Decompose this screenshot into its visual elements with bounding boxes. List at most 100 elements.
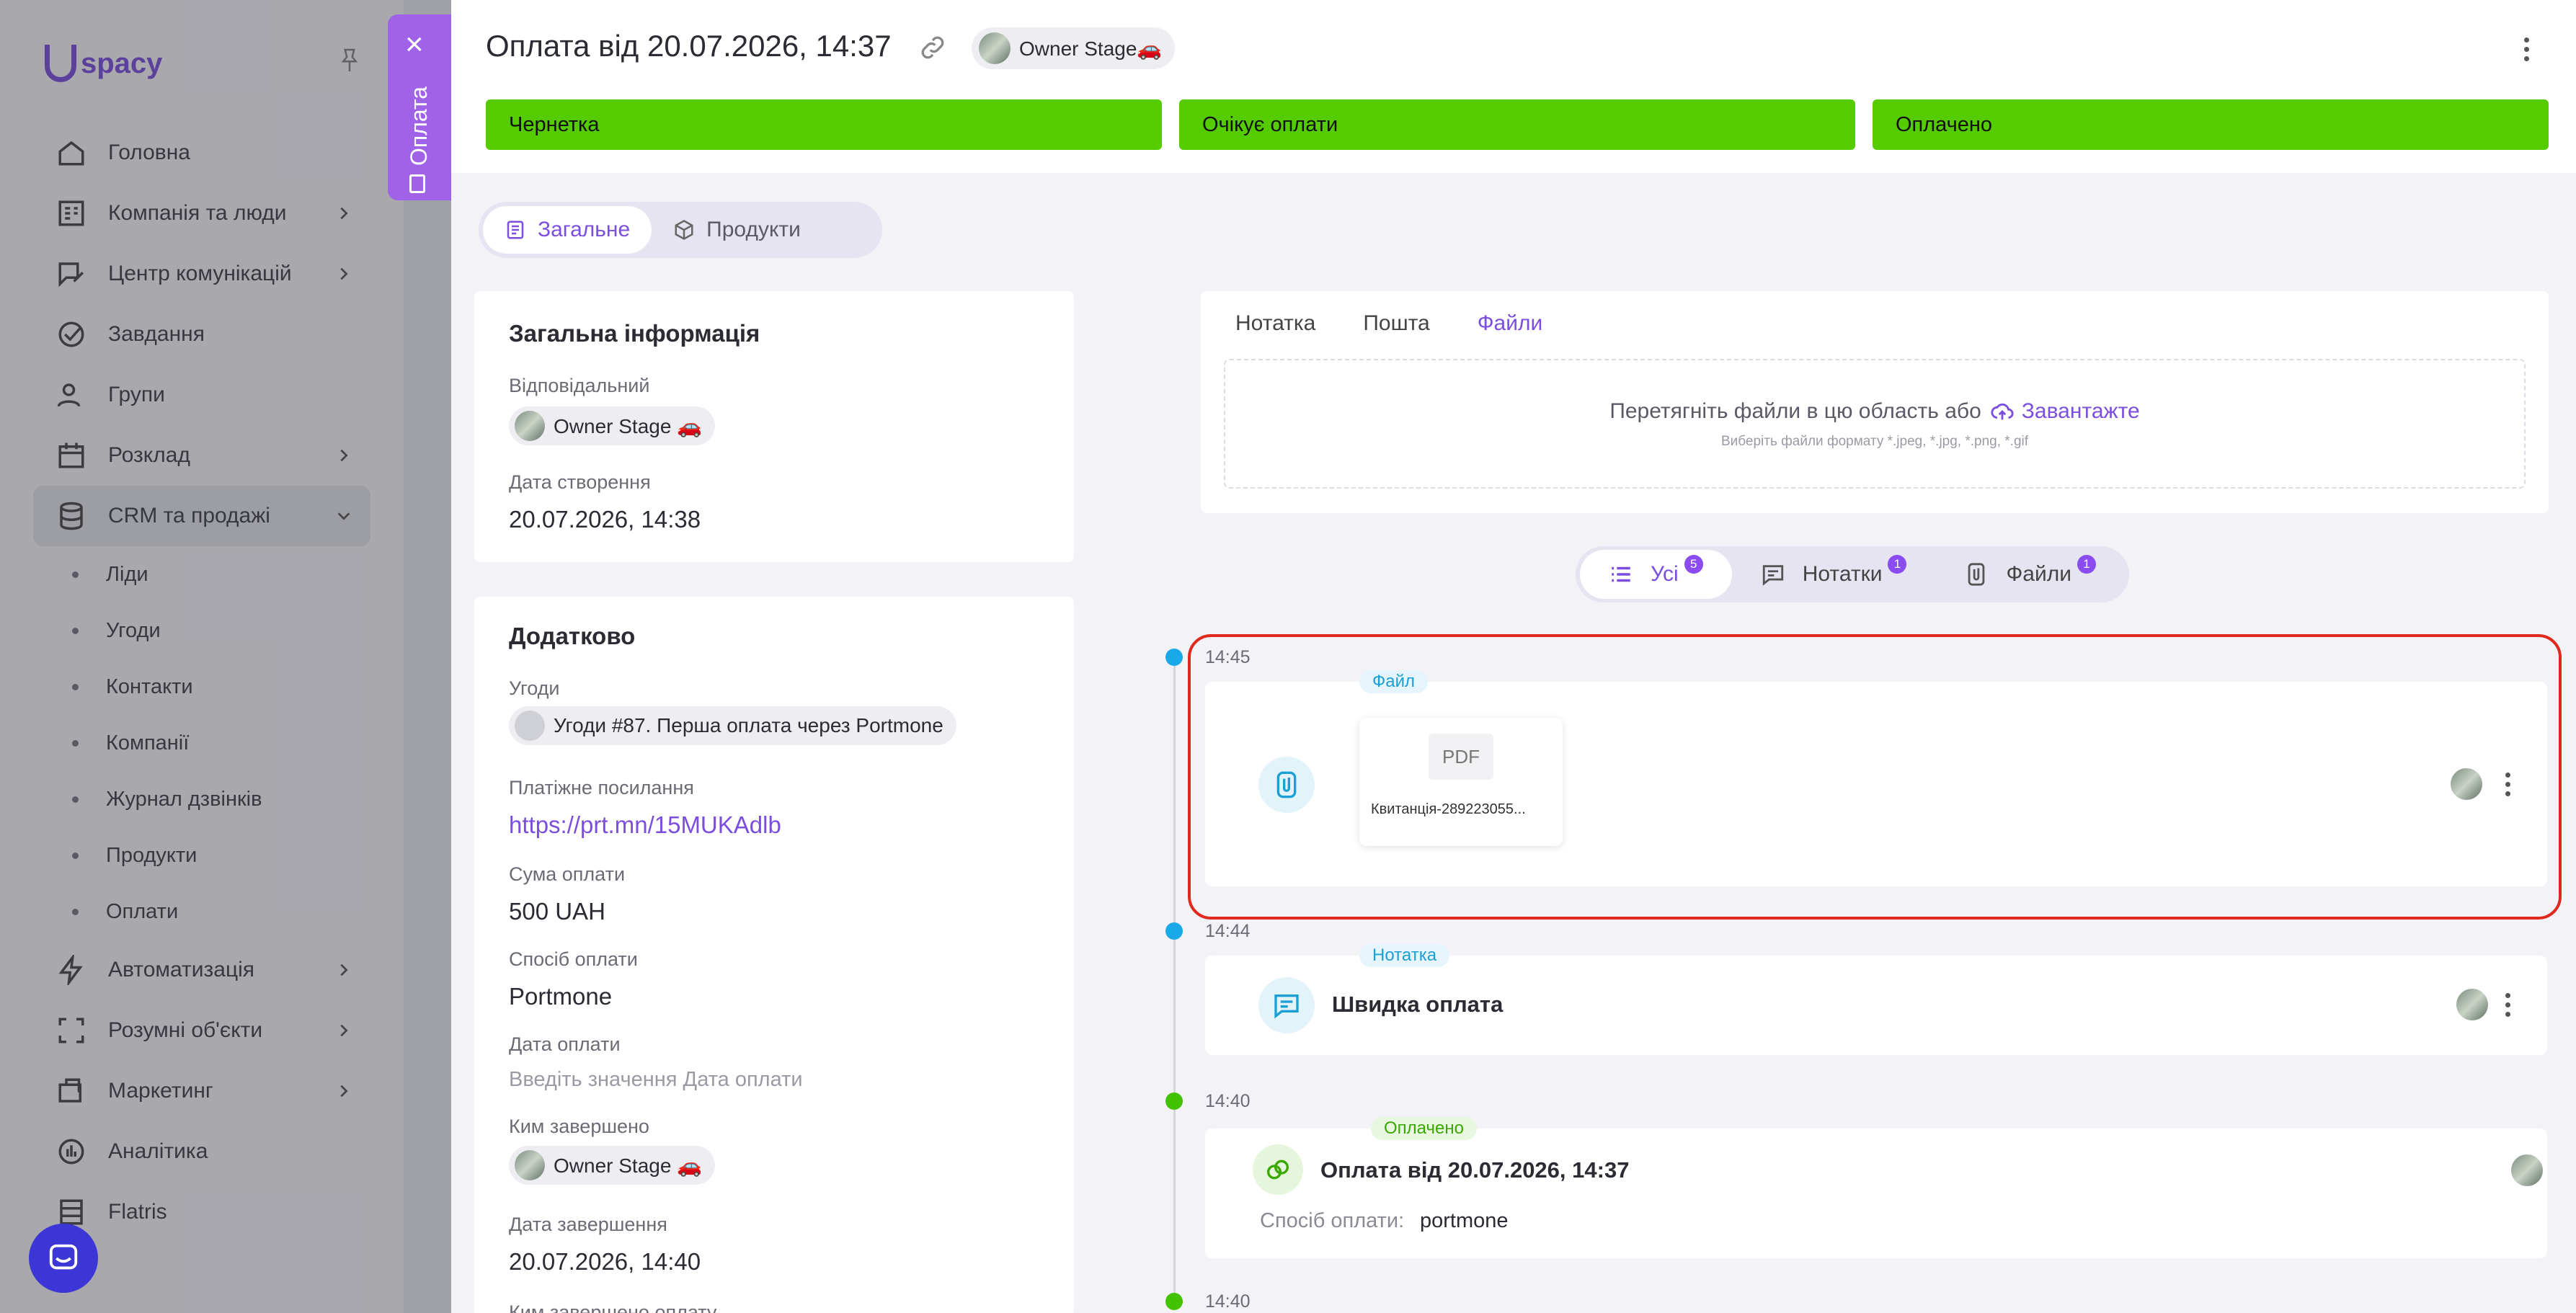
author-avatar[interactable] [2456, 989, 2488, 1020]
entry-type-tag: Нотатка [1359, 944, 1450, 967]
note-icon [1258, 977, 1315, 1033]
avatar [979, 32, 1011, 64]
payment-entry-title[interactable]: Оплата від 20.07.2026, 14:37 [1320, 1157, 1629, 1183]
section-tabs: Загальне Продукти [479, 202, 882, 258]
close-icon[interactable]: × [405, 29, 424, 61]
payment-date-input[interactable]: Введіть значення Дата оплати [509, 1068, 803, 1092]
upload-link-label: Завантажте [2021, 399, 2140, 423]
field-label: Ким завершено [509, 1116, 649, 1137]
field-label: Спосіб оплати [509, 948, 638, 970]
timeline-time: 14:44 [1205, 921, 1251, 941]
entry-status-tag: Оплачено [1371, 1117, 1477, 1140]
stage-awaiting-payment[interactable]: Очікує оплати [1179, 99, 1855, 150]
timeline-dot [1165, 1092, 1183, 1110]
timeline-dot [1165, 649, 1183, 666]
timeline-entry-note: Нотатка Швидка оплата [1205, 944, 2547, 1055]
more-menu-icon[interactable] [2524, 37, 2530, 66]
field-label: Дата завершення [509, 1214, 667, 1235]
count-badge: 1 [2077, 555, 2096, 574]
file-name: Квитанція-289223055... [1371, 801, 1526, 817]
timeline-line [1173, 657, 1176, 1306]
field-label: Угоди [509, 677, 560, 699]
deal-name: Угоди #87. Перша оплата через Portmone [554, 714, 943, 736]
avatar [515, 1150, 545, 1180]
responsible-chip[interactable]: Owner Stage 🚗 [509, 406, 716, 445]
stage-paid[interactable]: Оплачено [1873, 99, 2549, 150]
completed-date: 20.07.2026, 14:40 [509, 1248, 701, 1275]
filter-files[interactable]: Файли 1 [1935, 550, 2125, 599]
support-chat-button[interactable] [29, 1224, 98, 1293]
owner-name: Owner Stage🚗 [1019, 37, 1163, 60]
file-dropzone[interactable]: Перетягніть файли в цю область або Заван… [1224, 359, 2526, 489]
filter-label: Файли [2006, 562, 2071, 586]
attachment-icon [1968, 563, 1985, 586]
timeline-time: 14:40 [1205, 1291, 1251, 1312]
stage-draft[interactable]: Чернетка [486, 99, 1162, 150]
timeline-time: 14:45 [1205, 647, 1251, 667]
filter-label: Усі [1651, 562, 1679, 586]
tab-files[interactable]: Файли [1478, 311, 1543, 336]
document-icon [409, 174, 425, 193]
link-icon[interactable] [918, 33, 947, 62]
panel-header: Оплата від 20.07.2026, 14:37 Owner Stage… [451, 0, 2576, 173]
method-label: Спосіб оплати: [1260, 1209, 1405, 1232]
entry-type-tag: Файл [1359, 670, 1429, 693]
timeline-dot [1165, 922, 1183, 940]
file-attachment[interactable]: PDF Квитанція-289223055... [1359, 718, 1563, 846]
card-title: Загальна інформація [509, 320, 760, 347]
tab-label: Продукти [706, 218, 801, 241]
activity-composer: Нотатка Пошта Файли Перетягніть файли в … [1201, 291, 2549, 513]
tab-general[interactable]: Загальне [483, 206, 652, 254]
additional-info-card: Додатково Угоди Угоди #87. Перша оплата … [474, 597, 1074, 1313]
tab-mail[interactable]: Пошта [1363, 311, 1429, 336]
tab-products[interactable]: Продукти [652, 206, 822, 254]
stage-bar: Чернетка Очікує оплати Оплачено [486, 99, 2549, 150]
field-label: Дата оплати [509, 1033, 621, 1055]
completed-by-chip[interactable]: Owner Stage 🚗 [509, 1146, 716, 1185]
count-badge: 1 [1888, 555, 1907, 574]
field-label: Відповідальний [509, 375, 650, 396]
method-value: portmone [1420, 1209, 1509, 1232]
payment-method: Portmone [509, 983, 613, 1010]
chat-icon [49, 1244, 78, 1270]
modal-overlay[interactable] [0, 0, 451, 1313]
general-info-card: Загальна інформація Відповідальний Owner… [474, 291, 1074, 562]
timeline-filter: Усі 5 Нотатки 1 Файли 1 [1576, 546, 2129, 602]
payment-link-icon [1253, 1144, 1303, 1195]
field-label: Платіжне посилання [509, 777, 694, 798]
list-doc-icon [507, 221, 524, 239]
payment-amount: 500 UAH [509, 898, 605, 925]
upload-cloud-icon [1991, 403, 2014, 420]
list-icon [1612, 566, 1630, 582]
dropzone-hint: Виберіть файли формату *.jpeg, *.jpg, *.… [1720, 434, 2029, 449]
author-avatar[interactable] [2511, 1154, 2543, 1186]
author-avatar[interactable] [2451, 768, 2482, 800]
timeline-time: 14:40 [1205, 1091, 1251, 1111]
tab-note[interactable]: Нотатка [1235, 311, 1315, 336]
field-label: Сума оплати [509, 863, 626, 885]
owner-chip[interactable]: Owner Stage🚗 [972, 27, 1176, 69]
attachment-icon [1258, 757, 1315, 813]
payment-link[interactable]: https://prt.mn/15MUKAdlb [509, 811, 781, 839]
upload-link[interactable]: Завантажте [1990, 399, 2140, 424]
timeline-dot [1165, 1293, 1183, 1310]
payment-side-tab[interactable]: × Оплата [388, 14, 451, 200]
completed-by-name: Owner Stage 🚗 [554, 1154, 703, 1177]
dropzone-text: Перетягніть файли в цю область або [1609, 399, 1981, 423]
side-tab-label: Оплата [406, 86, 432, 166]
responsible-name: Owner Stage 🚗 [554, 414, 703, 437]
entry-more-icon[interactable] [2505, 993, 2511, 1021]
filter-label: Нотатки [1802, 562, 1883, 586]
deal-chip[interactable]: Угоди #87. Перша оплата через Portmone [509, 706, 956, 745]
entry-more-icon[interactable] [2505, 773, 2511, 801]
filter-notes[interactable]: Нотатки 1 [1732, 550, 1936, 599]
field-label: Дата створення [509, 471, 651, 493]
field-label: Ким завершено оплату [509, 1301, 717, 1313]
filter-all[interactable]: Усі 5 [1580, 550, 1732, 599]
count-badge: 5 [1684, 555, 1703, 574]
created-date: 20.07.2026, 14:38 [509, 506, 701, 533]
payment-detail-panel: Оплата від 20.07.2026, 14:37 Owner Stage… [451, 0, 2576, 1313]
note-text: Швидка оплата [1332, 992, 1504, 1017]
composer-tabs: Нотатка Пошта Файли [1235, 311, 1542, 336]
tab-label: Загальне [538, 218, 631, 241]
